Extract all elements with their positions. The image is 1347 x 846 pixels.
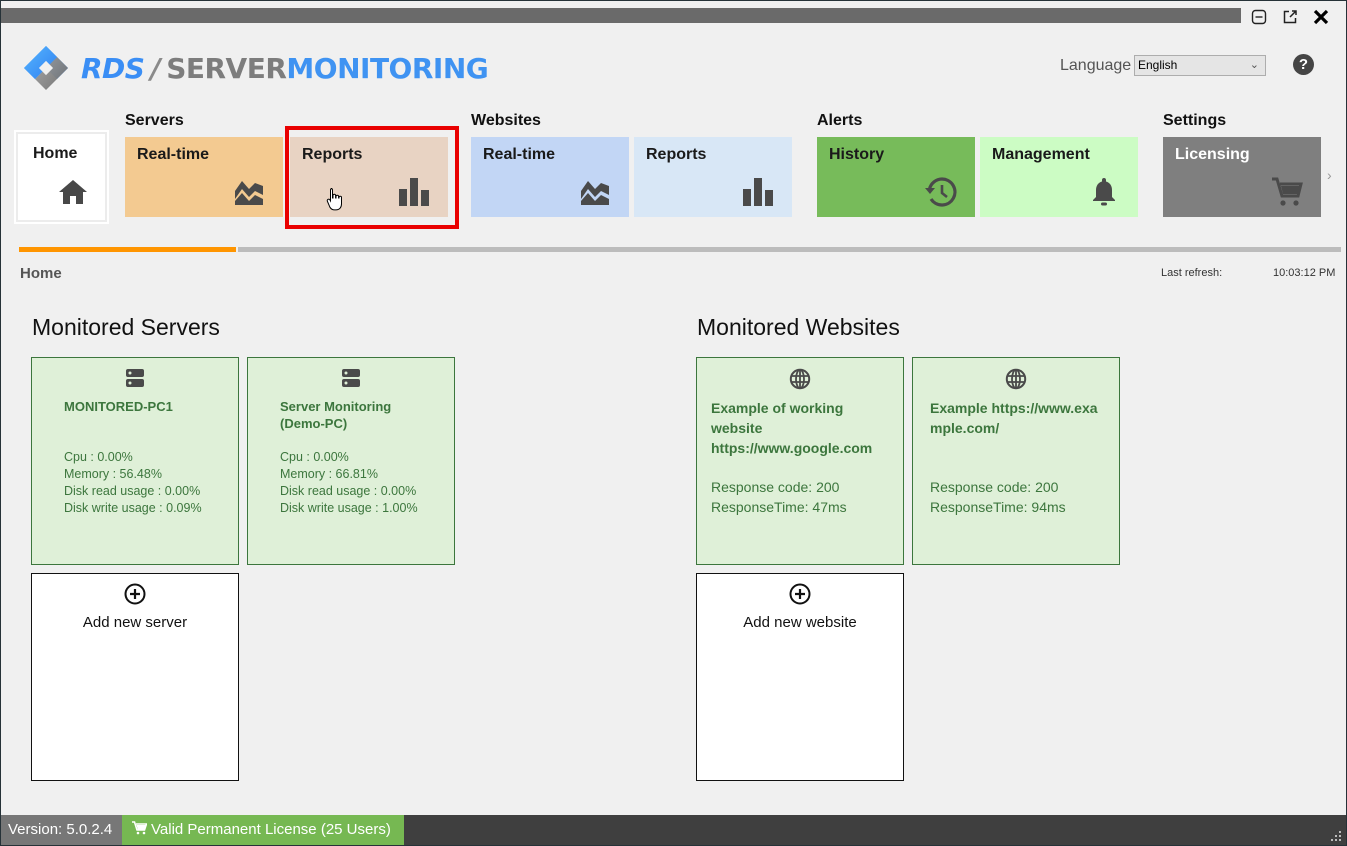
bar-chart-icon <box>743 178 773 206</box>
progress-bar <box>19 247 1341 252</box>
website-stat-response-time: ResponseTime: 94ms <box>930 499 1066 515</box>
monitored-websites-title: Monitored Websites <box>697 314 900 340</box>
nav-tile-servers-reports[interactable]: Reports <box>290 137 448 217</box>
close-button[interactable] <box>1310 7 1332 27</box>
last-refresh-label: Last refresh: <box>1161 267 1223 279</box>
server-stat-memory: Memory : 66.81% <box>280 467 378 481</box>
bar-chart-icon <box>399 178 429 206</box>
help-icon[interactable]: ? <box>1293 54 1314 75</box>
cart-icon <box>1272 177 1303 206</box>
server-icon <box>342 369 360 387</box>
server-stat-memory: Memory : 56.48% <box>64 467 162 481</box>
title-bar[interactable] <box>1 8 1241 23</box>
add-website-button[interactable]: Add new website <box>696 573 904 781</box>
app-logo: RDS / SERVERMONITORING <box>21 43 489 93</box>
globe-icon <box>789 368 811 390</box>
monitored-servers-title: Monitored Servers <box>32 314 220 340</box>
nav-tile-label: Home <box>33 145 78 162</box>
language-label: Language <box>1060 57 1132 74</box>
area-chart-icon <box>235 181 263 205</box>
logo-rds-text: RDS <box>81 51 145 85</box>
add-circle-icon <box>124 583 146 605</box>
server-icon <box>126 369 144 387</box>
add-circle-icon <box>789 583 811 605</box>
nav-tile-label: Reports <box>646 146 707 163</box>
nav-group-settings: Settings <box>1163 112 1227 129</box>
nav-tile-label: History <box>829 146 885 163</box>
nav-group-servers: Servers <box>125 112 184 129</box>
minimize-icon <box>1251 9 1267 25</box>
popout-button[interactable] <box>1279 7 1301 27</box>
nav-tile-alerts-history[interactable]: History <box>817 137 975 217</box>
website-stat-response-code: Response code: 200 <box>930 479 1059 495</box>
nav-group-alerts: Alerts <box>817 112 863 129</box>
nav-next-arrow[interactable]: › <box>1327 167 1332 183</box>
logo-monitoring-text: MONITORING <box>286 51 489 85</box>
server-stat-cpu: Cpu : 0.00% <box>280 450 349 464</box>
website-name: Example of working website https://www.g… <box>711 400 873 456</box>
area-chart-icon <box>581 181 609 205</box>
history-icon <box>925 177 957 207</box>
hand-cursor-icon <box>326 188 342 211</box>
add-server-button[interactable]: Add new server <box>31 573 239 781</box>
license-status[interactable]: Valid Permanent License (25 Users) <box>122 815 404 845</box>
bell-icon <box>1093 178 1115 206</box>
version-label: Version: 5.0.2.4 <box>1 815 122 845</box>
server-name: MONITORED-PC1 <box>64 399 173 414</box>
nav-tile-label: Reports <box>302 146 363 163</box>
server-stat-disk-write: Disk write usage : 0.09% <box>64 501 202 515</box>
server-stats: Cpu : 0.00% Memory : 56.48% Disk read us… <box>64 449 202 517</box>
cart-icon <box>132 821 148 835</box>
home-icon <box>59 180 87 204</box>
server-stats: Cpu : 0.00% Memory : 66.81% Disk read us… <box>280 449 418 517</box>
nav-tile-label: Management <box>992 146 1090 163</box>
minimize-button[interactable] <box>1248 7 1270 27</box>
nav-tile-label: Licensing <box>1175 146 1250 163</box>
language-selected-value: English <box>1138 58 1178 72</box>
website-stats: Response code: 200 ResponseTime: 47ms <box>711 477 847 517</box>
nav-tile-settings-licensing[interactable]: Licensing <box>1163 137 1321 217</box>
external-link-icon <box>1283 10 1297 24</box>
server-card[interactable]: MONITORED-PC1 Cpu : 0.00% Memory : 56.48… <box>31 357 239 565</box>
nav-tile-websites-realtime[interactable]: Real-time <box>471 137 629 217</box>
logo-server-text: SERVER <box>166 51 287 85</box>
server-stat-disk-read: Disk read usage : 0.00% <box>64 484 201 498</box>
breadcrumb: Home <box>20 265 62 282</box>
server-stat-cpu: Cpu : 0.00% <box>64 450 133 464</box>
nav-tile-home[interactable]: Home <box>14 130 109 224</box>
resize-grip-icon[interactable] <box>1330 830 1342 842</box>
nav-tile-label: Real-time <box>137 146 210 163</box>
nav-tile-servers-realtime[interactable]: Real-time <box>125 137 283 217</box>
nav-tile-alerts-management[interactable]: Management <box>980 137 1138 217</box>
server-card[interactable]: Server Monitoring (Demo-PC) Cpu : 0.00% … <box>247 357 455 565</box>
license-text: Valid Permanent License (25 Users) <box>151 821 391 838</box>
logo-diamond-icon <box>24 46 68 90</box>
website-stats: Response code: 200 ResponseTime: 94ms <box>930 477 1066 517</box>
server-name: Server Monitoring (Demo-PC) <box>280 399 392 431</box>
nav-tile-websites-reports[interactable]: Reports <box>634 137 792 217</box>
last-refresh-time: 10:03:12 PM <box>1273 267 1336 279</box>
globe-icon <box>1005 368 1027 390</box>
close-icon <box>1313 9 1329 25</box>
progress-fill <box>19 247 239 252</box>
add-website-label: Add new website <box>743 614 857 631</box>
app-window: RDS / SERVERMONITORING Language English ⌄ … <box>1 1 1346 845</box>
add-server-label: Add new server <box>82 614 188 631</box>
website-card[interactable]: Example https://www.example.com/ Respons… <box>912 357 1120 565</box>
server-stat-disk-write: Disk write usage : 1.00% <box>280 501 418 515</box>
nav-group-websites: Websites <box>471 112 541 129</box>
website-name: Example https://www.example.com/ <box>930 400 1098 436</box>
status-bar: Version: 5.0.2.4 Valid Permanent License… <box>1 815 1346 845</box>
website-stat-response-time: ResponseTime: 47ms <box>711 499 847 515</box>
logo-slash: / <box>150 51 161 85</box>
website-card[interactable]: Example of working website https://www.g… <box>696 357 904 565</box>
website-stat-response-code: Response code: 200 <box>711 479 840 495</box>
server-stat-disk-read: Disk read usage : 0.00% <box>280 484 417 498</box>
nav-tile-label: Real-time <box>483 146 556 163</box>
language-select[interactable]: English ⌄ <box>1134 55 1266 76</box>
chevron-down-icon: ⌄ <box>1249 59 1259 71</box>
